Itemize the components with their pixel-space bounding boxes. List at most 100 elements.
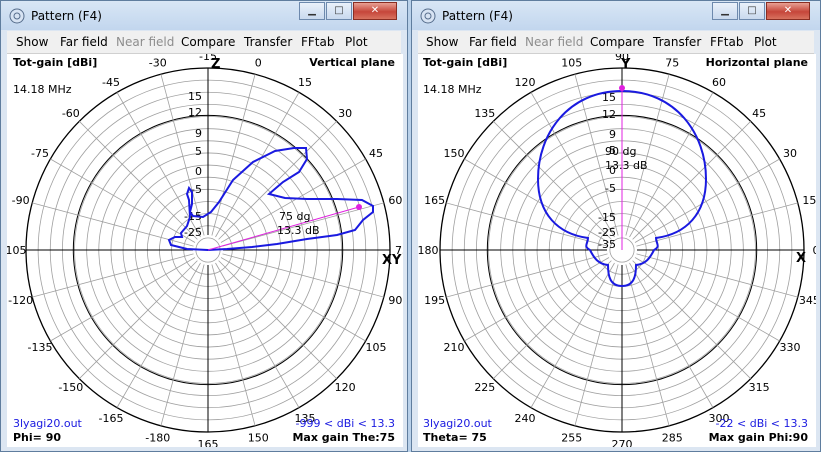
- angle-tick-label: 105: [366, 341, 387, 354]
- ring-tick-label: 5: [195, 145, 202, 158]
- marker-angle-label: 90 dg: [605, 145, 637, 158]
- grid-spoke: [634, 158, 780, 243]
- minimize-button[interactable]: ▁: [299, 2, 325, 20]
- window-title: Pattern (F4): [31, 9, 102, 23]
- angle-tick-label: 315: [749, 381, 770, 394]
- cut-label: Theta= 75: [423, 431, 487, 444]
- pattern-window-horizontal: Pattern (F4) ▁ □ ✕ Show Far field Near f…: [411, 0, 821, 452]
- menu-plot[interactable]: Plot: [754, 35, 777, 49]
- menu-transfer[interactable]: Transfer: [244, 35, 292, 49]
- axis-z-label: Z: [211, 57, 221, 72]
- angle-tick-label: 0: [255, 57, 262, 70]
- maximize-button[interactable]: □: [326, 2, 352, 20]
- menu-compare[interactable]: Compare: [590, 35, 644, 49]
- angle-tick-label: -120: [8, 294, 33, 307]
- grid-spoke: [215, 262, 300, 408]
- frequency-label: 14.18 MHz: [13, 83, 72, 96]
- angle-tick-label: -135: [28, 341, 53, 354]
- grid-spoke: [160, 264, 205, 426]
- angle-tick-label: 150: [248, 431, 269, 444]
- angle-tick-label: 270: [612, 438, 633, 447]
- max-gain-label: Max gain Phi:90: [708, 431, 808, 444]
- grid-spoke: [629, 262, 714, 408]
- window-title: Pattern (F4): [442, 9, 513, 23]
- grid-spoke: [218, 121, 337, 240]
- angle-tick-label: 105: [561, 57, 582, 70]
- grid-spoke: [464, 257, 610, 342]
- axis-xy-label: XY: [382, 253, 402, 268]
- polar-plot-vertical[interactable]: -150153045607590105120135150165-180-165-…: [7, 54, 403, 447]
- menu-compare[interactable]: Compare: [181, 35, 235, 49]
- grid-spoke: [493, 260, 612, 379]
- menu-near-field[interactable]: Near field: [116, 35, 174, 49]
- grid-spoke: [632, 260, 751, 379]
- angle-tick-label: 90: [388, 294, 402, 307]
- angle-tick-label: 45: [752, 107, 766, 120]
- ring-tick-label: 0: [195, 165, 202, 178]
- maximize-button[interactable]: □: [739, 2, 765, 20]
- angle-tick-label: 180: [418, 244, 439, 257]
- grid-spoke: [211, 74, 256, 236]
- grid-spoke: [79, 121, 198, 240]
- angle-tick-label: 165: [198, 438, 219, 447]
- angle-tick-label: 120: [335, 381, 356, 394]
- max-gain-marker-dot: [619, 85, 625, 91]
- angle-tick-label: 0: [813, 244, 817, 257]
- angle-tick-label: 120: [515, 76, 536, 89]
- menu-show[interactable]: Show: [426, 35, 458, 49]
- angle-tick-label: -165: [99, 412, 124, 425]
- ring-tick-label: -35: [598, 238, 616, 251]
- menu-transfer[interactable]: Transfer: [653, 35, 701, 49]
- title-bar[interactable]: Pattern (F4) ▁ □ ✕: [412, 1, 820, 30]
- grid-spoke: [32, 253, 194, 298]
- menu-near-field[interactable]: Near field: [525, 35, 583, 49]
- grid-spoke: [636, 253, 798, 298]
- menu-fftab[interactable]: FFtab: [710, 35, 743, 49]
- grid-spoke: [222, 253, 384, 298]
- angle-tick-label: -30: [149, 57, 167, 70]
- plane-label: Horizontal plane: [705, 56, 808, 69]
- grid-spoke: [211, 264, 256, 426]
- angle-tick-label: 45: [369, 147, 383, 160]
- menu-far-field[interactable]: Far field: [60, 35, 108, 49]
- menu-show[interactable]: Show: [16, 35, 48, 49]
- grid-spoke: [625, 264, 670, 426]
- grid-spoke: [50, 257, 196, 342]
- ring-tick-label: 9: [609, 128, 616, 141]
- menu-fftab[interactable]: FFtab: [301, 35, 334, 49]
- ring-tick-label: -25: [184, 226, 202, 239]
- angle-tick-label: 210: [443, 341, 464, 354]
- angle-tick-label: -45: [102, 76, 120, 89]
- close-button[interactable]: ✕: [353, 2, 397, 20]
- grid-spoke: [50, 158, 196, 243]
- polar-plot-horizontal[interactable]: 9075604530150345330315300285270255240225…: [418, 54, 816, 447]
- quantity-label: Tot-gain [dBi]: [423, 56, 508, 69]
- pattern-app-icon: [420, 8, 436, 24]
- grid-spoke: [464, 158, 610, 243]
- angle-tick-label: 330: [780, 341, 801, 354]
- angle-tick-label: 60: [712, 76, 726, 89]
- close-button[interactable]: ✕: [766, 2, 810, 20]
- ring-tick-label: -5: [605, 182, 616, 195]
- ring-tick-label: 9: [195, 127, 202, 140]
- axis-x-label: X: [796, 251, 807, 266]
- angle-tick-label: 60: [388, 194, 402, 207]
- angle-tick-label: 30: [783, 147, 797, 160]
- polar-grid-vertical: -150153045607590105120135150165-180-165-…: [7, 54, 403, 447]
- grid-spoke: [446, 253, 608, 298]
- angle-tick-label: 15: [802, 194, 816, 207]
- pattern-window-vertical: Pattern (F4) ▁ □ ✕ Show Far field Near f…: [0, 0, 408, 452]
- frequency-label: 14.18 MHz: [423, 83, 482, 96]
- plane-label: Vertical plane: [309, 56, 395, 69]
- menu-far-field[interactable]: Far field: [469, 35, 517, 49]
- angle-tick-label: -90: [12, 194, 30, 207]
- pattern-app-icon: [9, 8, 25, 24]
- angle-tick-label: -105: [7, 244, 26, 257]
- angle-tick-label: 240: [515, 412, 536, 425]
- menu-plot[interactable]: Plot: [345, 35, 368, 49]
- title-bar[interactable]: Pattern (F4) ▁ □ ✕: [1, 1, 407, 30]
- minimize-button[interactable]: ▁: [712, 2, 738, 20]
- grid-spoke: [218, 260, 337, 379]
- angle-tick-label: 165: [424, 194, 445, 207]
- angle-tick-label: -60: [62, 107, 80, 120]
